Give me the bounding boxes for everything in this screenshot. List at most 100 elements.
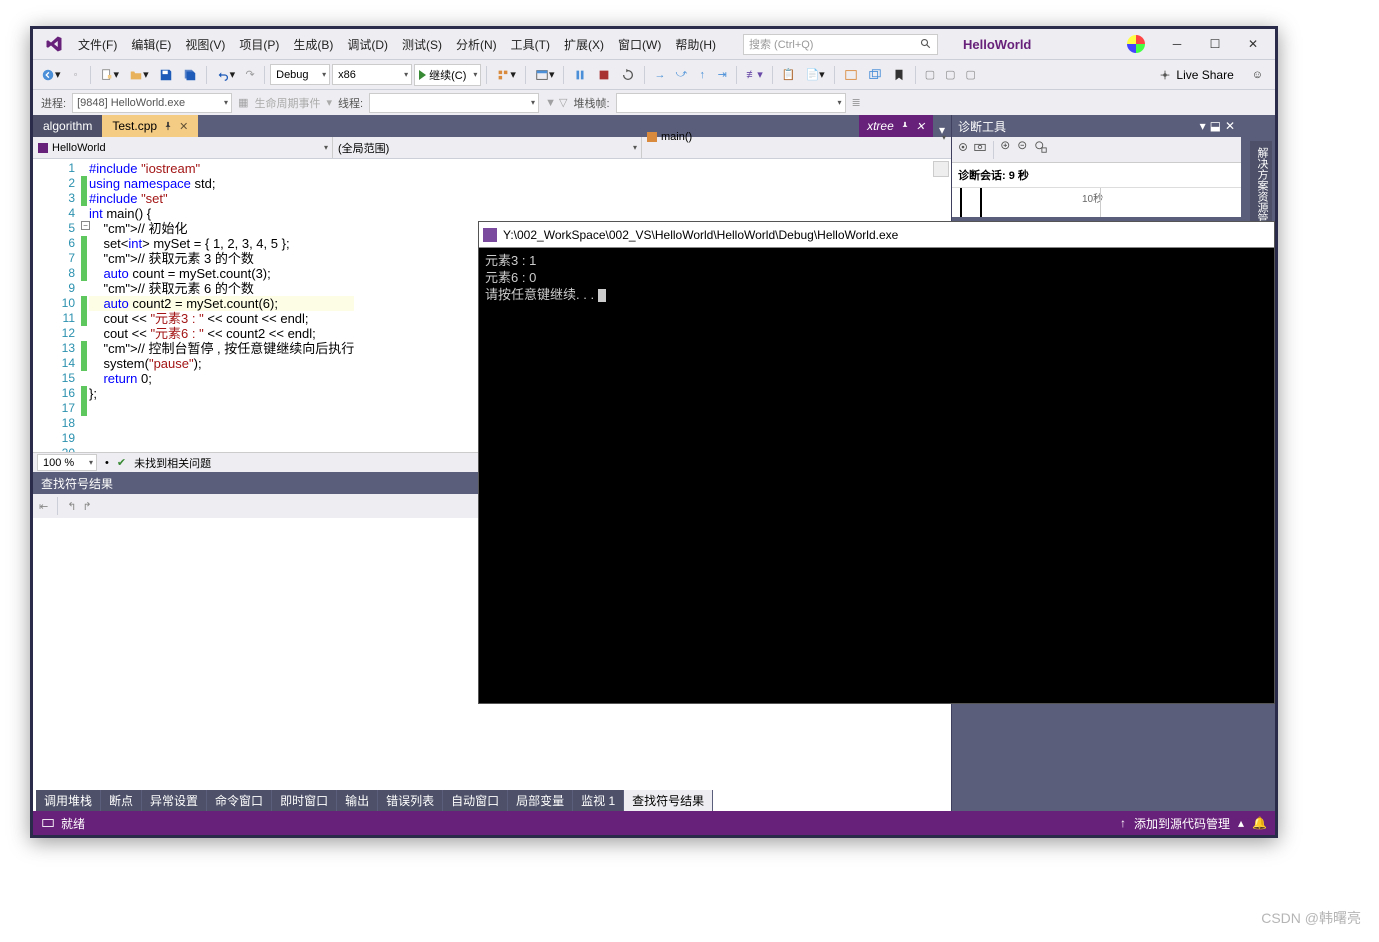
next-icon[interactable]: ↱ — [82, 500, 91, 513]
continue-button[interactable]: 继续(C) — [414, 64, 481, 86]
bottom-tab-7[interactable]: 自动窗口 — [443, 790, 508, 811]
menu-生成(B)[interactable]: 生成(B) — [286, 29, 340, 59]
fold-icon[interactable]: − — [81, 221, 90, 230]
clipboard-button[interactable]: 📋 — [778, 64, 800, 86]
notifications-icon[interactable]: 🔔 — [1252, 816, 1267, 830]
tab-test-cpp[interactable]: Test.cpp✕ — [102, 115, 198, 137]
pin-icon[interactable] — [163, 121, 173, 131]
bottom-tab-4[interactable]: 即时窗口 — [272, 790, 337, 811]
menu-项目(P)[interactable]: 项目(P) — [232, 29, 286, 59]
close-icon[interactable]: ✕ — [1225, 119, 1235, 133]
paste-button[interactable]: 📄▾ — [801, 64, 828, 86]
console-output: 元素3 : 1 元素6 : 0 请按任意键继续. . . — [479, 248, 1274, 307]
new-button[interactable]: ▾ — [96, 64, 124, 86]
diagnostics-toolbar — [952, 137, 1241, 163]
nav-global-combo[interactable]: (全局范围) — [333, 137, 642, 158]
bottom-tab-5[interactable]: 输出 — [337, 790, 378, 811]
menu-帮助(H)[interactable]: 帮助(H) — [668, 29, 723, 59]
undo-button[interactable]: ▾ — [212, 64, 240, 86]
bottom-tab-2[interactable]: 异常设置 — [142, 790, 207, 811]
close-icon[interactable]: ✕ — [916, 120, 925, 133]
menu-扩展(X)[interactable]: 扩展(X) — [557, 29, 611, 59]
settings-icon[interactable] — [956, 140, 970, 159]
step-into-button[interactable]: → — [650, 64, 669, 86]
vs-logo-icon — [43, 35, 65, 53]
menu-测试(S)[interactable]: 测试(S) — [395, 29, 449, 59]
bottom-tab-0[interactable]: 调用堆栈 — [36, 790, 101, 811]
minimize-button[interactable]: ─ — [1159, 31, 1195, 57]
bookmark-button[interactable] — [888, 64, 910, 86]
live-share-button[interactable]: Live Share — [1150, 68, 1241, 82]
nav-bar: HelloWorld (全局范围) main() — [33, 137, 951, 159]
extra1-button[interactable]: ▢ — [921, 64, 939, 86]
code-text[interactable]: #include "iostream"using namespace std;#… — [87, 159, 354, 452]
step-over-button[interactable]: ⤻ — [671, 64, 691, 86]
browse-btn[interactable] — [840, 64, 862, 86]
add-source-control[interactable]: 添加到源代码管理 — [1134, 815, 1230, 832]
menu-编辑(E)[interactable]: 编辑(E) — [124, 29, 178, 59]
bottom-tab-8[interactable]: 局部变量 — [508, 790, 573, 811]
menu-分析(N)[interactable]: 分析(N) — [449, 29, 504, 59]
bottom-tab-6[interactable]: 错误列表 — [378, 790, 443, 811]
save-button[interactable] — [155, 64, 177, 86]
thread-combo[interactable] — [369, 93, 539, 113]
zoom-out-icon[interactable] — [1017, 140, 1031, 159]
quick-search-input[interactable]: 搜索 (Ctrl+Q) — [743, 34, 938, 55]
zoom-combo[interactable]: 100 % — [37, 454, 97, 471]
nav-scope-combo[interactable]: HelloWorld — [33, 137, 333, 158]
step-frame-button[interactable]: ⇥ — [713, 64, 731, 86]
bottom-tab-3[interactable]: 命令窗口 — [207, 790, 272, 811]
menu-文件(F)[interactable]: 文件(F) — [71, 29, 124, 59]
close-icon[interactable]: ✕ — [179, 120, 188, 133]
bottom-tab-1[interactable]: 断点 — [101, 790, 142, 811]
maximize-button[interactable]: ☐ — [1197, 31, 1233, 57]
extra2-button[interactable]: ▢ — [941, 64, 959, 86]
nav-back-button[interactable]: ▾ — [37, 64, 65, 86]
line-gutter: 123456789101112131415161718192021222324 — [33, 159, 81, 452]
windows-button[interactable] — [864, 64, 886, 86]
step-out-button[interactable]: ↑ — [693, 64, 711, 86]
bottom-tab-9[interactable]: 监视 1 — [573, 790, 624, 811]
pin-icon[interactable] — [900, 121, 910, 131]
format-button[interactable]: ≢▾ — [742, 64, 767, 86]
status-ready: 就绪 — [61, 815, 85, 832]
main-toolbar: ▾ ◦ ▾ ▾ ▾ ↷ Debug x86 继续(C) ▾ ▾ → ⤻ ↑ ⇥ … — [33, 59, 1275, 89]
save-all-button[interactable] — [179, 64, 201, 86]
dropdown-icon[interactable]: ▾ — [1200, 119, 1206, 133]
close-button[interactable]: ✕ — [1235, 31, 1271, 57]
extension-button[interactable]: ▾ — [492, 64, 520, 86]
bottom-tab-10[interactable]: 查找符号结果 — [624, 790, 713, 811]
stack-combo[interactable] — [616, 93, 846, 113]
console-titlebar[interactable]: Y:\002_WorkSpace\002_VS\HelloWorld\Hello… — [479, 222, 1274, 248]
publish-icon[interactable]: ↑ — [1120, 816, 1126, 830]
zoom-in-icon[interactable] — [1000, 140, 1014, 159]
platform-combo[interactable]: x86 — [332, 64, 412, 85]
menu-窗口(W)[interactable]: 窗口(W) — [611, 29, 668, 59]
camera-icon[interactable] — [973, 140, 987, 159]
frame-button[interactable]: ▾ — [531, 64, 559, 86]
split-icon[interactable] — [933, 161, 949, 177]
menu-工具(T)[interactable]: 工具(T) — [504, 29, 557, 59]
extra3-button[interactable]: ▢ — [962, 64, 980, 86]
pause-button[interactable] — [569, 64, 591, 86]
tab-xtree-preview[interactable]: xtree✕ — [859, 115, 933, 137]
account-icon[interactable] — [1127, 35, 1145, 53]
feedback-icon[interactable]: ☺ — [1248, 64, 1267, 86]
zoom-fit-icon[interactable] — [1034, 140, 1048, 159]
stop-button[interactable] — [593, 64, 615, 86]
restart-button[interactable] — [617, 64, 639, 86]
diagnostics-timeline: 10秒 — [952, 187, 1241, 217]
nav-fwd-button[interactable]: ◦ — [67, 64, 85, 86]
menu-bar: 文件(F)编辑(E)视图(V)项目(P)生成(B)调试(D)测试(S)分析(N)… — [33, 29, 1275, 59]
prev-icon[interactable]: ↰ — [67, 500, 76, 513]
open-button[interactable]: ▾ — [125, 64, 153, 86]
diagnostics-session-label: 诊断会话: 9 秒 — [952, 163, 1241, 187]
menu-视图(V)[interactable]: 视图(V) — [178, 29, 232, 59]
indent-left-icon[interactable]: ⇤ — [39, 500, 48, 513]
tab-algorithm[interactable]: algorithm — [33, 115, 102, 137]
process-combo[interactable]: [9848] HelloWorld.exe — [72, 93, 232, 113]
redo-button[interactable]: ↷ — [241, 64, 259, 86]
menu-调试(D)[interactable]: 调试(D) — [340, 29, 395, 59]
pin-icon[interactable]: ⬓ — [1210, 119, 1221, 133]
config-combo[interactable]: Debug — [270, 64, 330, 85]
